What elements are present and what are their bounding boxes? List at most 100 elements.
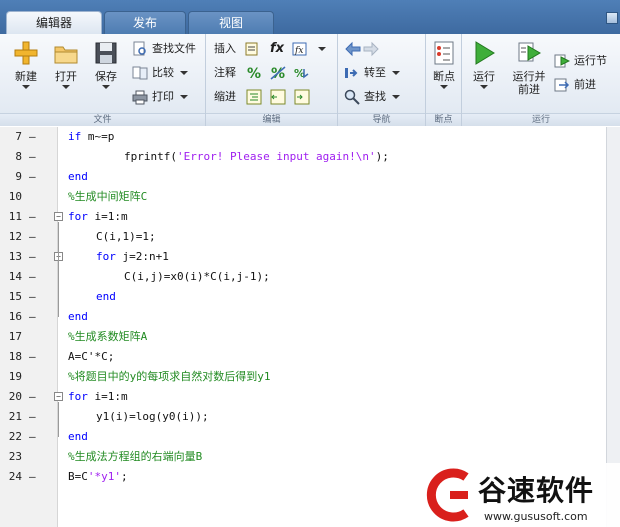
breakpoints-dropdown-icon[interactable] — [440, 85, 448, 89]
tab-publish[interactable]: 发布 — [104, 11, 186, 34]
tab-editor[interactable]: 编辑器 — [6, 11, 102, 34]
run-button[interactable]: 运行 — [464, 40, 504, 89]
indent-label: 缩进 — [214, 90, 236, 103]
code-text: end — [68, 310, 88, 323]
executable-marker[interactable]: – — [29, 207, 36, 227]
code-line[interactable]: 18– A=C'*C; — [0, 347, 606, 367]
comment-button[interactable]: 注释 — [214, 63, 236, 83]
executable-marker[interactable]: – — [29, 167, 36, 187]
advance-label: 前进 — [574, 78, 596, 91]
run-and-advance-button[interactable]: 运行并 前进 — [506, 40, 552, 96]
code-text: end — [68, 170, 88, 183]
code-line[interactable]: 21– y1(i)=log(y0(i)); — [0, 407, 606, 427]
executable-marker[interactable]: – — [29, 247, 36, 267]
code-line[interactable]: 20– − for i=1:m — [0, 387, 606, 407]
executable-marker[interactable]: – — [29, 347, 36, 367]
executable-marker[interactable]: – — [29, 467, 36, 487]
find-dropdown-icon[interactable] — [392, 95, 400, 99]
group-breakpoints-label: 断点 — [426, 113, 461, 126]
code-line[interactable]: 19 %将题目中的y的每项求自然对数后得到y1 — [0, 367, 606, 387]
save-button[interactable]: 保存 — [86, 40, 126, 89]
insert-function-dialog-button[interactable]: fx — [292, 39, 326, 59]
code-line[interactable]: 10 %生成中间矩阵C — [0, 187, 606, 207]
group-run-label: 运行 — [462, 113, 620, 126]
code-line[interactable]: 17 %生成系数矩阵A — [0, 327, 606, 347]
code-line[interactable]: 22– end — [0, 427, 606, 447]
compare-dropdown-icon[interactable] — [180, 71, 188, 75]
print-dropdown-icon[interactable] — [180, 95, 188, 99]
executable-marker[interactable]: – — [29, 427, 36, 447]
breakpoints-label: 断点 — [433, 70, 455, 83]
line-number: 20 — [8, 390, 22, 403]
line-number: 19 — [8, 370, 22, 383]
group-navigate: 转至 查找 导航 — [338, 34, 426, 126]
code-line[interactable]: 15– end — [0, 287, 606, 307]
code-text: C(i,j)=x0(i)*C(i,j-1); — [124, 270, 270, 283]
line-number: 21 — [8, 410, 22, 423]
executable-marker[interactable]: – — [29, 287, 36, 307]
breakpoints-button[interactable]: 断点 — [424, 40, 464, 89]
new-dropdown-icon[interactable] — [22, 85, 30, 89]
save-dropdown-icon[interactable] — [102, 85, 110, 89]
code-line[interactable]: 16– end — [0, 307, 606, 327]
minimize-toolstrip-icon[interactable] — [606, 12, 618, 24]
goto-dropdown-icon[interactable] — [392, 71, 400, 75]
code-line[interactable]: 9– end — [0, 167, 606, 187]
executable-marker[interactable]: – — [29, 147, 36, 167]
line-number: 12 — [8, 230, 22, 243]
run-dropdown-icon[interactable] — [480, 85, 488, 89]
open-button[interactable]: 打开 — [46, 40, 86, 89]
line-number: 18 — [8, 350, 22, 363]
line-number: 16 — [8, 310, 22, 323]
insert-button[interactable]: 插入 — [214, 39, 264, 59]
code-line[interactable]: 11– − for i=1:m — [0, 207, 606, 227]
print-button[interactable]: 打印 — [132, 87, 188, 107]
code-line[interactable]: 13–−for j=2:n+1 — [0, 247, 606, 267]
save-label: 保存 — [95, 70, 117, 83]
find-label: 查找 — [364, 90, 386, 103]
find-button[interactable]: 查找 — [344, 87, 400, 107]
uncomment-icon[interactable]: % — [270, 65, 286, 81]
code-text: %生成法方程组的右端向量B — [68, 450, 203, 463]
code-text: end — [68, 430, 88, 443]
open-dropdown-icon[interactable] — [62, 85, 70, 89]
new-button[interactable]: 新建 — [6, 40, 46, 89]
find-files-label: 查找文件 — [152, 42, 196, 55]
fold-toggle-icon[interactable]: − — [54, 392, 63, 401]
advance-button[interactable]: 前进 — [554, 75, 596, 95]
goto-button[interactable]: 转至 — [344, 63, 400, 83]
executable-marker[interactable]: – — [29, 267, 36, 287]
line-number: 8 — [15, 150, 22, 163]
find-files-button[interactable]: 查找文件 — [132, 39, 196, 59]
executable-marker[interactable]: – — [29, 407, 36, 427]
group-file-label: 文件 — [0, 113, 205, 126]
executable-marker[interactable]: – — [29, 127, 36, 147]
code-text: end — [96, 290, 116, 303]
comment-percent-icon[interactable]: % — [246, 65, 262, 81]
run-section-button[interactable]: 运行节 — [554, 51, 607, 71]
increase-indent-icon[interactable] — [294, 89, 310, 105]
decrease-indent-icon[interactable] — [270, 89, 286, 105]
fold-toggle-icon[interactable]: − — [54, 212, 63, 221]
code-line[interactable]: 8– fprintf('Error! Please input again!\n'… — [0, 147, 606, 167]
code-text: A=C'*C; — [68, 350, 115, 363]
tab-view[interactable]: 视图 — [188, 11, 274, 34]
watermark-url: www.gususoft.com — [484, 510, 588, 523]
compare-button[interactable]: 比较 — [132, 63, 188, 83]
code-line[interactable]: 12– C(i,1)=1; — [0, 227, 606, 247]
executable-marker[interactable]: – — [29, 227, 36, 247]
insert-function-button[interactable]: fx — [270, 39, 284, 59]
run-label: 运行 — [473, 70, 495, 83]
wrap-comments-icon[interactable]: % — [294, 65, 310, 81]
code-line[interactable]: 14– C(i,j)=x0(i)*C(i,j-1); — [0, 267, 606, 287]
back-forward-icon[interactable] — [344, 41, 380, 57]
code-line[interactable]: 7– if m~=p — [0, 127, 606, 147]
indent-button[interactable]: 缩进 — [214, 87, 236, 107]
executable-marker[interactable]: – — [29, 387, 36, 407]
code-text: for i=1:m — [68, 210, 128, 223]
smart-indent-icon[interactable] — [246, 89, 262, 105]
svg-text:%: % — [247, 66, 261, 81]
insert-function-dropdown-icon[interactable] — [318, 47, 326, 51]
executable-marker[interactable]: – — [29, 307, 36, 327]
line-number: 9 — [15, 170, 22, 183]
